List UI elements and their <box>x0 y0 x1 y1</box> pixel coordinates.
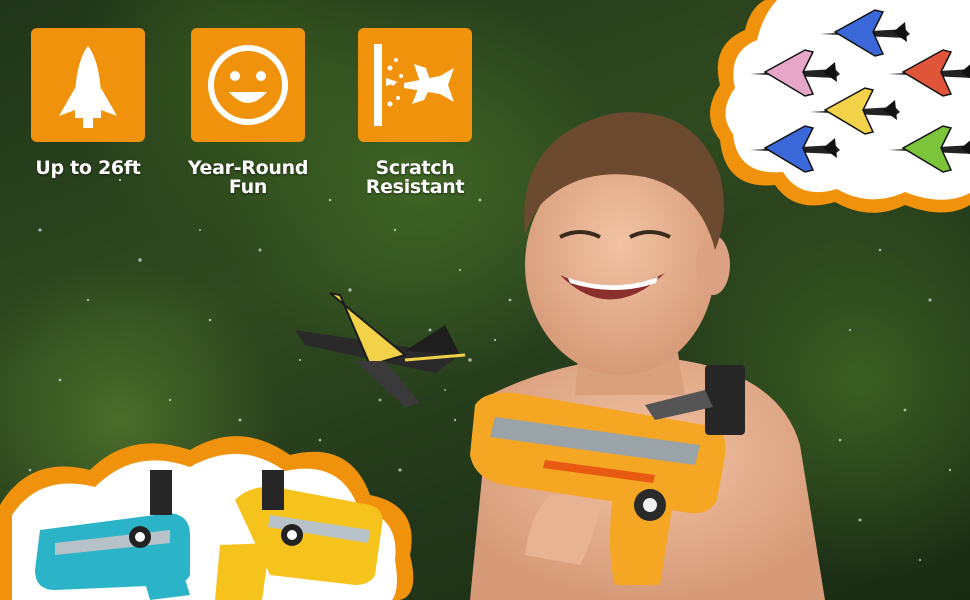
feature-durability: Scratch Resistant <box>345 28 485 197</box>
smiley-face-icon <box>208 45 288 125</box>
product-photo-background: Up to 26ft Year-Round Fun Scratch Resist… <box>0 0 970 600</box>
feature-range: Up to 26ft <box>18 28 158 178</box>
feature-label: Up to 26ft <box>35 157 141 179</box>
glider-variants-cloud <box>710 0 970 213</box>
feature-label: Scratch Resistant <box>365 157 465 198</box>
launcher-colors-cloud <box>0 436 414 600</box>
feature-tile <box>31 28 145 142</box>
orange-plane-launcher <box>470 365 745 585</box>
rocket-icon <box>59 46 117 128</box>
feature-tile <box>191 28 305 142</box>
feature-tile <box>358 28 472 142</box>
feature-fun: Year-Round Fun <box>178 28 318 197</box>
scratch-resistant-plane-icon <box>374 44 454 126</box>
feature-label: Year-Round Fun <box>187 157 309 198</box>
